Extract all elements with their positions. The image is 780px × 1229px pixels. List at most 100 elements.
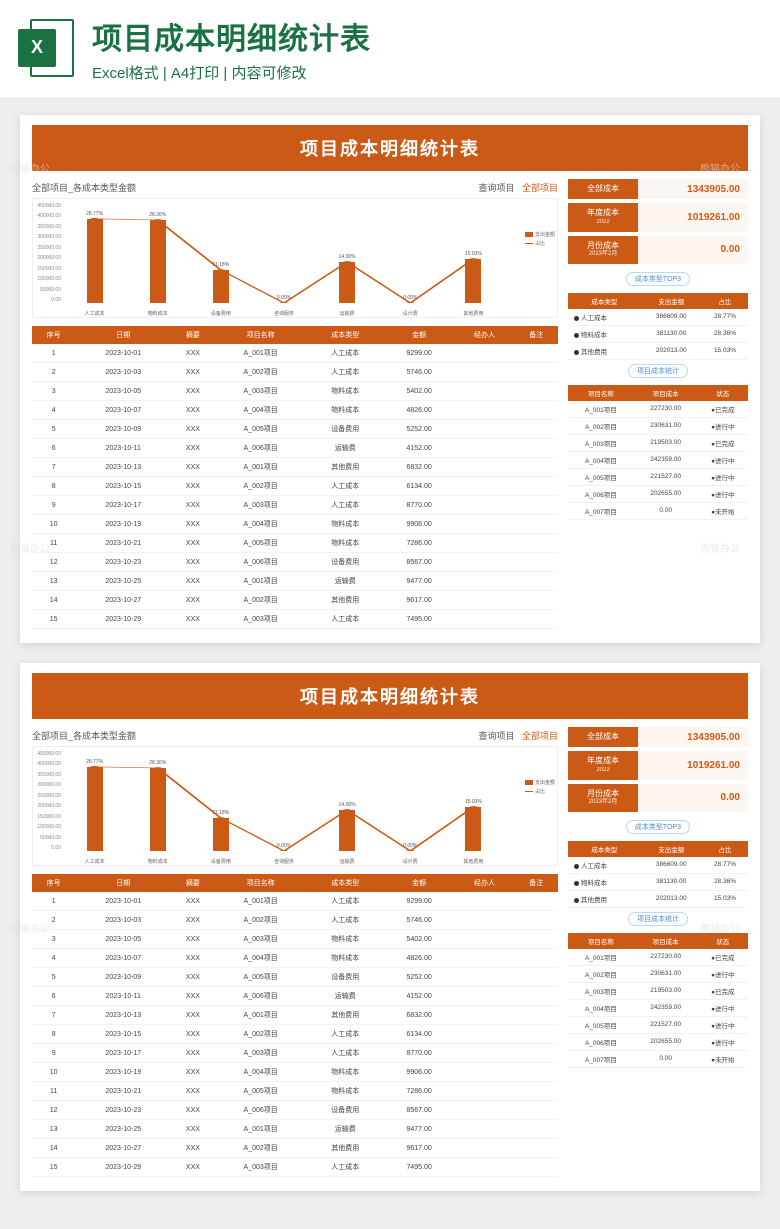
data-label: 28.36% — [149, 760, 166, 766]
project-stats-table: 项目名称项目成本状态A_001项目227230.00●已完成A_002项目230… — [568, 933, 748, 1068]
filter-label: 查询项目 — [478, 731, 514, 741]
chart-legend: 支出金额占比 — [525, 229, 555, 249]
main-table: 序号日期摘要项目名称成本类型金额经办人备注12023-10-01XXXA_001… — [32, 326, 558, 629]
table-row: 22023-10-03XXXA_002项目人工成本5746.00 — [32, 911, 558, 930]
table-row: 152023-10-29XXXA_003项目人工成本7495.00 — [32, 610, 558, 629]
stat-card: 月份成本2023年2月0.00 — [568, 784, 748, 812]
chart-legend: 支出金额占比 — [525, 777, 555, 797]
table-row: 12023-10-01XXXA_001项目人工成本9299.00 — [32, 344, 558, 363]
table-row: 物料成本381130.0028.36% — [568, 873, 748, 890]
x-category: 设计费 — [379, 310, 442, 317]
col-header: 备注 — [515, 326, 558, 344]
table-row: A_003项目219503.00●已完成 — [568, 982, 748, 999]
table-row: 102023-10-19XXXA_004项目物料成本9906.00 — [32, 515, 558, 534]
excel-icon: X — [18, 19, 78, 79]
data-label: 15.03% — [465, 799, 482, 805]
data-label: 28.36% — [149, 212, 166, 218]
table-row: A_005项目221527.00●进行中 — [568, 1016, 748, 1033]
col-header: 项目名称 — [215, 326, 307, 344]
bar — [465, 259, 481, 303]
table-row: 物料成本381130.0028.36% — [568, 325, 748, 342]
col-header: 经办人 — [454, 326, 514, 344]
filter-label: 查询项目 — [478, 183, 514, 193]
x-category: 物料成本 — [126, 858, 189, 865]
filter-value[interactable]: 全部项目 — [522, 183, 558, 193]
chart-title: 全部项目_各成本类型金额 — [32, 181, 136, 194]
filter-value[interactable]: 全部项目 — [522, 731, 558, 741]
table-row: A_006项目202655.00●进行中 — [568, 1033, 748, 1050]
bar — [150, 220, 166, 303]
section-pill: 成本类型TOP3 — [626, 820, 690, 834]
table-row: A_001项目227230.00●已完成 — [568, 401, 748, 418]
table-row: 62023-10-11XXXA_006项目运输费4152.00 — [32, 439, 558, 458]
col-header: 序号 — [32, 874, 75, 892]
top-banner: X 项目成本明细统计表 Excel格式 | A4打印 | 内容可修改 — [0, 0, 780, 97]
table-row: 32023-10-05XXXA_003项目物料成本5402.00 — [32, 382, 558, 401]
table-row: 42023-10-07XXXA_004项目物料成本4826.00 — [32, 949, 558, 968]
table-row: 42023-10-07XXXA_004项目物料成本4826.00 — [32, 401, 558, 420]
table-row: A_002项目230631.00●进行中 — [568, 417, 748, 434]
bar — [465, 807, 481, 851]
table-row: 132023-10-25XXXA_001项目运输费9477.00 — [32, 572, 558, 591]
col-header: 经办人 — [454, 874, 514, 892]
table-row: 112023-10-21XXXA_005项目物料成本7286.00 — [32, 1082, 558, 1101]
table-row: A_004项目242359.00●进行中 — [568, 999, 748, 1016]
data-label: 0.00% — [277, 843, 291, 849]
table-row: 72023-10-13XXXA_001项目其他费用6832.00 — [32, 1006, 558, 1025]
sheet-title: 项目成本明细统计表 — [32, 673, 748, 719]
stat-card: 年度成本20221019261.00 — [568, 203, 748, 231]
data-label: 14.00% — [339, 802, 356, 808]
x-category: 其他费用 — [442, 310, 505, 317]
cost-chart: 450000.00400000.00350000.00300000.002500… — [32, 198, 558, 318]
table-row: 122023-10-23XXXA_006项目设备费用8567.00 — [32, 1101, 558, 1120]
table-row: A_007项目0.00●未开始 — [568, 502, 748, 519]
bar — [87, 219, 103, 303]
col-header: 项目名称 — [215, 874, 307, 892]
section-pill: 成本类型TOP3 — [626, 272, 690, 286]
table-row: 人工成本386609.0028.77% — [568, 857, 748, 874]
bar — [339, 810, 355, 851]
bar — [213, 818, 229, 851]
data-label: 11.18% — [213, 262, 230, 268]
col-header: 成本类型 — [307, 326, 384, 344]
table-row: 22023-10-03XXXA_002项目人工成本5746.00 — [32, 363, 558, 382]
col-header: 日期 — [75, 326, 171, 344]
table-row: 其他费用202013.0015.03% — [568, 890, 748, 907]
bar — [150, 768, 166, 851]
top3-table: 成本类型支出金额占比人工成本386609.0028.77%物料成本381130.… — [568, 293, 748, 360]
x-category: 设备费用 — [189, 858, 252, 865]
data-label: 14.00% — [339, 254, 356, 260]
col-header: 备注 — [515, 874, 558, 892]
table-row: A_005项目221527.00●进行中 — [568, 468, 748, 485]
table-row: A_001项目227230.00●已完成 — [568, 949, 748, 966]
col-header: 日期 — [75, 874, 171, 892]
data-label: 28.77% — [86, 211, 103, 217]
section-pill: 项目成本统计 — [628, 364, 688, 378]
sheet-title: 项目成本明细统计表 — [32, 125, 748, 171]
section-pill: 项目成本统计 — [628, 912, 688, 926]
table-row: 52023-10-09XXXA_005项目设备费用5252.00 — [32, 420, 558, 439]
table-row: A_007项目0.00●未开始 — [568, 1050, 748, 1067]
x-category: 设计费 — [379, 858, 442, 865]
table-row: 102023-10-19XXXA_004项目物料成本9906.00 — [32, 1063, 558, 1082]
col-header: 成本类型 — [307, 874, 384, 892]
banner-title: 项目成本明细统计表 — [92, 14, 762, 58]
table-row: A_003项目219503.00●已完成 — [568, 434, 748, 451]
stat-card: 全部成本1343905.00 — [568, 727, 748, 747]
cost-chart: 450000.00400000.00350000.00300000.002500… — [32, 746, 558, 866]
data-label: 15.03% — [465, 251, 482, 257]
table-row: 82023-10-15XXXA_002项目人工成本6134.00 — [32, 477, 558, 496]
data-label: 0.00% — [403, 843, 417, 849]
table-row: 92023-10-17XXXA_003项目人工成本8770.00 — [32, 496, 558, 515]
stat-card: 全部成本1343905.00 — [568, 179, 748, 199]
table-row: 32023-10-05XXXA_003项目物料成本5402.00 — [32, 930, 558, 949]
col-header: 金额 — [384, 874, 455, 892]
bar — [339, 262, 355, 303]
project-stats-table: 项目名称项目成本状态A_001项目227230.00●已完成A_002项目230… — [568, 385, 748, 520]
stat-card: 年度成本20221019261.00 — [568, 751, 748, 779]
table-row: A_006项目202655.00●进行中 — [568, 485, 748, 502]
col-header: 摘要 — [171, 874, 214, 892]
table-row: 122023-10-23XXXA_006项目设备费用8567.00 — [32, 553, 558, 572]
table-row: 112023-10-21XXXA_005项目物料成本7286.00 — [32, 534, 558, 553]
x-category: 咨询服务 — [252, 310, 315, 317]
